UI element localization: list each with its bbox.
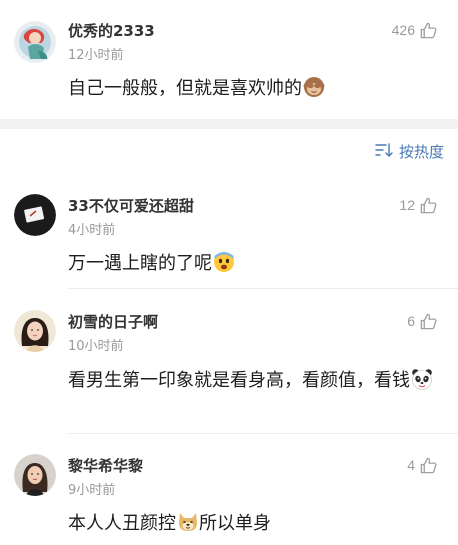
thumbs-up-icon — [419, 456, 438, 475]
timestamp: 9小时前 — [68, 483, 116, 498]
panda-face-icon — [411, 368, 433, 390]
comment-text: 本人人丑颜控 所以单身 — [68, 511, 271, 534]
thumbs-up-icon — [419, 21, 438, 40]
sort-by-heat-button[interactable]: 按热度 — [375, 141, 444, 162]
username[interactable]: 黎华希华黎 — [68, 455, 143, 476]
timestamp: 4小时前 — [68, 223, 116, 238]
like-count: 4 — [407, 457, 415, 473]
comment-text: 看男生第一印象就是看身高，看颜值，看钱 — [68, 364, 440, 398]
sort-icon — [375, 142, 393, 161]
comment-item: 初雪的日子啊 10小时前 6 看男生第一印象就是看身高，看颜值，看钱 — [0, 288, 458, 434]
comment-item: 黎华希华黎 9小时前 4 本人人丑颜控 所以单身 — [0, 433, 458, 542]
like-count: 6 — [407, 313, 415, 329]
comment-item: 优秀的2333 12小时前 426 自己一般般，但就是喜欢帅的 — [0, 0, 458, 119]
sort-label: 按热度 — [398, 143, 444, 161]
like-button[interactable]: 426 — [392, 19, 438, 41]
timestamp: 10小时前 — [68, 339, 124, 354]
like-button[interactable]: 4 — [407, 454, 438, 476]
fearful-face-icon — [213, 251, 235, 273]
like-count: 426 — [391, 22, 415, 38]
like-button[interactable]: 6 — [407, 310, 438, 332]
like-count: 12 — [399, 197, 415, 213]
username[interactable]: 33不仅可爱还超甜 — [68, 195, 194, 216]
avatar[interactable] — [14, 21, 56, 63]
comment-text: 自己一般般，但就是喜欢帅的 — [68, 72, 440, 106]
avatar[interactable] — [14, 310, 56, 352]
like-button[interactable]: 12 — [399, 194, 438, 216]
timestamp: 12小时前 — [68, 48, 124, 63]
thumbs-up-icon — [419, 196, 438, 215]
comment-item: 33不仅可爱还超甜 4小时前 12 万一遇上瞎的了呢 — [0, 178, 458, 289]
username[interactable]: 初雪的日子啊 — [68, 311, 158, 332]
thumbs-up-icon — [419, 312, 438, 331]
avatar[interactable] — [14, 194, 56, 236]
username[interactable]: 优秀的2333 — [68, 20, 155, 41]
doge-icon — [177, 511, 199, 533]
section-separator — [0, 119, 458, 129]
comment-text: 万一遇上瞎的了呢 — [68, 247, 440, 281]
avatar[interactable] — [14, 454, 56, 496]
see-no-evil-monkey-icon — [303, 76, 325, 98]
